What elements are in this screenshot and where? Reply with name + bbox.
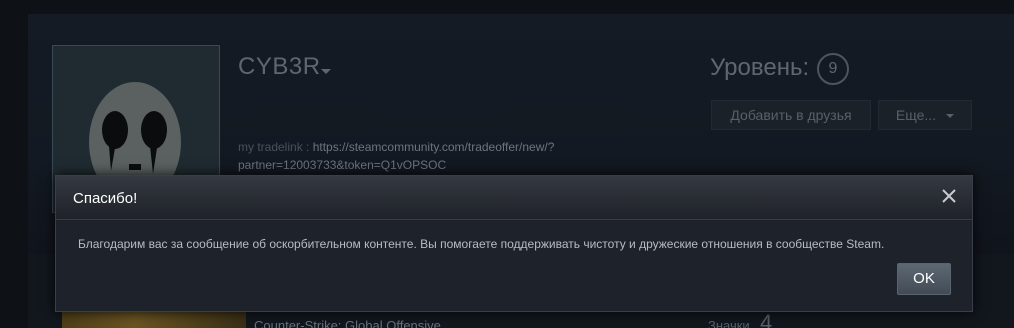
dialog-body: Благодарим вас за сообщение об оскорбите… <box>56 221 972 311</box>
persona-dropdown-icon[interactable] <box>321 69 331 74</box>
more-button-label: Еще... <box>895 107 937 123</box>
dialog-title: Спасибо! <box>73 190 138 207</box>
game-name[interactable]: Counter-Strike: Global Offensive <box>254 318 441 328</box>
profile-summary: my tradelink : https://steamcommunity.co… <box>238 138 658 174</box>
add-friend-button[interactable]: Добавить в друзья <box>711 100 871 130</box>
chevron-down-icon <box>946 114 955 119</box>
badges-label[interactable]: Значки <box>708 318 750 328</box>
dialog-header: Спасибо! <box>56 176 972 220</box>
dialog-message: Благодарим вас за сообщение об оскорбите… <box>78 237 885 251</box>
more-button[interactable]: Еще... <box>878 100 972 130</box>
ok-button[interactable]: OK <box>897 263 951 295</box>
level-label: Уровень: <box>710 54 810 81</box>
thank-you-dialog: Спасибо! Благодарим вас за сообщение об … <box>55 175 973 312</box>
badges-count: 4 <box>760 310 773 328</box>
persona-name[interactable]: CYB3R <box>238 53 321 81</box>
level-badge: 9 <box>817 53 849 85</box>
close-icon[interactable] <box>940 187 958 205</box>
game-thumbnail[interactable] <box>62 312 246 328</box>
summary-label: my tradelink : <box>238 140 310 154</box>
